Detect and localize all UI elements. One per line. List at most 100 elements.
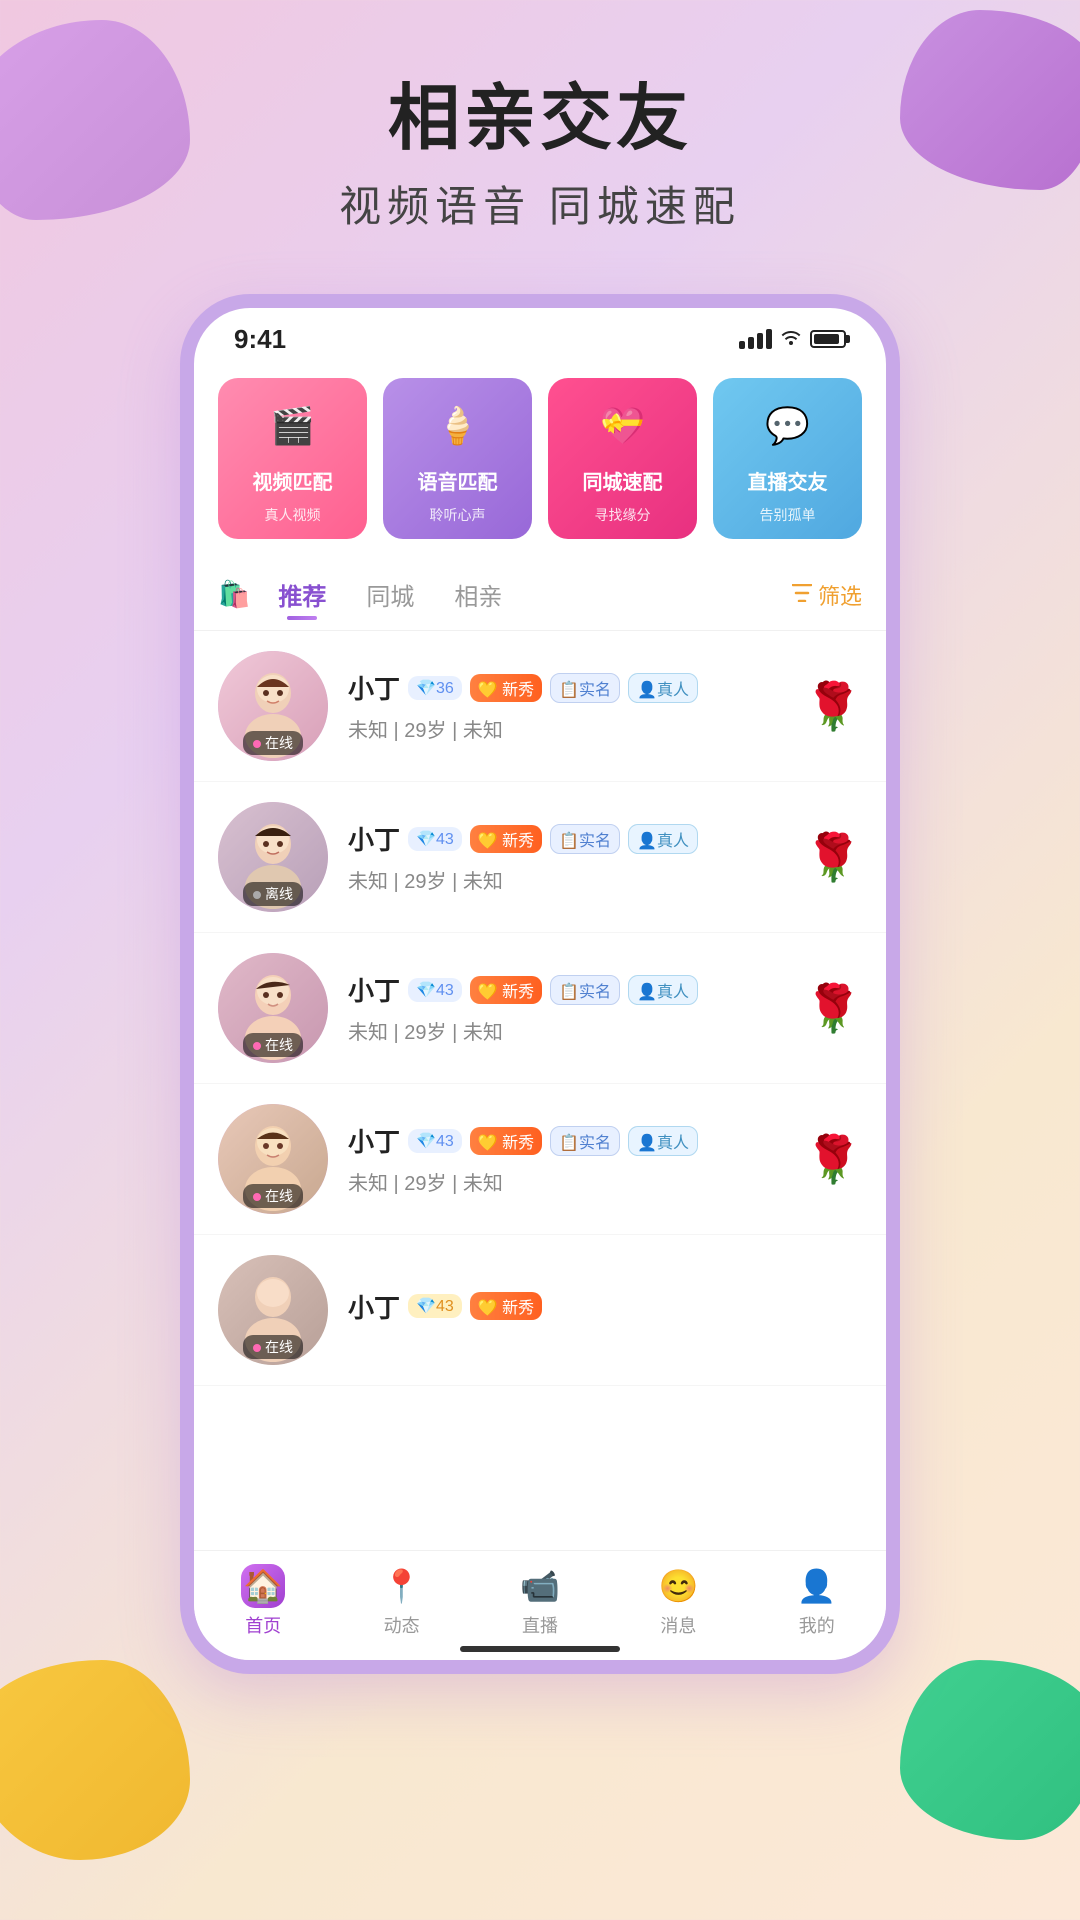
home-indicator xyxy=(460,1646,620,1652)
voice-title: 语音匹配 xyxy=(418,466,498,495)
bg-blob-bottom-left xyxy=(0,1660,190,1860)
nav-message-label: 消息 xyxy=(660,1612,696,1638)
rose-icon-2[interactable]: 🌹 xyxy=(805,830,862,885)
signal-icon xyxy=(739,329,772,349)
bottom-nav: 🏠 首页 📍 动态 📹 直播 😊 消息 👤 我的 xyxy=(194,1550,886,1660)
rose-icon-1[interactable]: 🌹 xyxy=(805,679,862,734)
badge-new-2: 💛 新秀 xyxy=(470,825,542,853)
phone-notch xyxy=(440,308,640,344)
user-item-4[interactable]: 在线 小丁 💎43 💛 新秀 📋实名 👤真人 未知 | 29岁 | 未知 xyxy=(194,1084,886,1235)
header-section: 相亲交友 视频语音 同城速配 xyxy=(0,0,1080,274)
filter-label: 筛选 xyxy=(818,579,862,611)
nav-home[interactable]: 🏠 首页 xyxy=(241,1564,285,1638)
nav-dynamic-label: 动态 xyxy=(384,1612,420,1638)
message-icon: 😊 xyxy=(656,1564,700,1608)
badge-real-1: 📋实名 xyxy=(550,673,620,703)
badge-diamond-1: 💎36 xyxy=(408,676,462,700)
online-badge-1: 在线 xyxy=(243,731,303,755)
mine-icon: 👤 xyxy=(795,1564,839,1608)
nav-dynamic[interactable]: 📍 动态 xyxy=(380,1564,424,1638)
badge-new-3: 💛 新秀 xyxy=(470,976,542,1004)
user-details-1: 未知 | 29岁 | 未知 xyxy=(348,714,785,743)
battery-icon xyxy=(810,330,846,348)
user-name-3: 小丁 xyxy=(348,971,400,1008)
avatar-wrap-2: 离线 xyxy=(218,802,328,912)
home-icon: 🏠 xyxy=(241,1564,285,1608)
phone-wrapper: 9:41 xyxy=(0,294,1080,1674)
user-name-row-3: 小丁 💎43 💛 新秀 📋实名 👤真人 xyxy=(348,971,785,1008)
video-icon: 🎬 xyxy=(263,396,323,456)
badge-verified-2: 👤真人 xyxy=(628,824,698,854)
tab-blind-date[interactable]: 相亲 xyxy=(438,569,518,620)
badge-verified-4: 👤真人 xyxy=(628,1126,698,1156)
badge-diamond-2: 💎43 xyxy=(408,827,462,851)
online-badge-4: 在线 xyxy=(243,1184,303,1208)
live-icon: 💬 xyxy=(758,396,818,456)
filter-icon xyxy=(792,582,812,608)
action-card-voice[interactable]: 🍦 语音匹配 聆听心声 xyxy=(383,378,532,539)
nav-message[interactable]: 😊 消息 xyxy=(656,1564,700,1638)
user-item-3[interactable]: 在线 小丁 💎43 💛 新秀 📋实名 👤真人 未知 | 29岁 | 未知 xyxy=(194,933,886,1084)
dynamic-icon: 📍 xyxy=(380,1564,424,1608)
user-info-2: 小丁 💎43 💛 新秀 📋实名 👤真人 未知 | 29岁 | 未知 xyxy=(348,820,785,894)
badge-real-4: 📋实名 xyxy=(550,1126,620,1156)
user-item-2[interactable]: 离线 小丁 💎43 💛 新秀 📋实名 👤真人 未知 | 29岁 | 未知 xyxy=(194,782,886,933)
nav-live-label: 直播 xyxy=(522,1612,558,1638)
user-name-4: 小丁 xyxy=(348,1122,400,1159)
city-icon: 💝 xyxy=(593,396,653,456)
badge-new-1: 💛 新秀 xyxy=(470,674,542,702)
phone-content: 🎬 视频匹配 真人视频 🍦 语音匹配 聆听心声 💝 同城速配 寻找缘分 💬 直播… xyxy=(194,358,886,1660)
avatar-wrap-4: 在线 xyxy=(218,1104,328,1214)
user-details-4: 未知 | 29岁 | 未知 xyxy=(348,1167,785,1196)
user-name-5: 小丁 xyxy=(348,1288,400,1325)
voice-icon: 🍦 xyxy=(428,396,488,456)
user-name-row-5: 小丁 💎43 💛 新秀 xyxy=(348,1288,862,1325)
header-subtitle: 视频语音 同城速配 xyxy=(0,173,1080,234)
tab-badge-icon: 🛍️ xyxy=(218,579,250,610)
header-title: 相亲交友 xyxy=(0,80,1080,159)
live-nav-icon: 📹 xyxy=(518,1564,562,1608)
badge-new-5: 💛 新秀 xyxy=(470,1292,542,1320)
badge-verified-1: 👤真人 xyxy=(628,673,698,703)
user-info-5: 小丁 💎43 💛 新秀 xyxy=(348,1288,862,1333)
phone-frame: 9:41 xyxy=(180,294,900,1674)
video-title: 视频匹配 xyxy=(253,466,333,495)
user-details-3: 未知 | 29岁 | 未知 xyxy=(348,1016,785,1045)
city-subtitle: 寻找缘分 xyxy=(595,505,651,525)
nav-mine[interactable]: 👤 我的 xyxy=(795,1564,839,1638)
avatar-wrap-3: 在线 xyxy=(218,953,328,1063)
action-card-live[interactable]: 💬 直播交友 告别孤单 xyxy=(713,378,862,539)
status-icons xyxy=(739,327,846,351)
rose-icon-4[interactable]: 🌹 xyxy=(805,1132,862,1187)
video-subtitle: 真人视频 xyxy=(265,505,321,525)
live-subtitle: 告别孤单 xyxy=(760,505,816,525)
user-list: 在线 小丁 💎36 💛 新秀 📋实名 👤真人 未知 | 29岁 | 未知 xyxy=(194,631,886,1386)
badge-diamond-5: 💎43 xyxy=(408,1294,462,1318)
action-card-city[interactable]: 💝 同城速配 寻找缘分 xyxy=(548,378,697,539)
badge-diamond-4: 💎43 xyxy=(408,1129,462,1153)
user-item-5[interactable]: 在线 小丁 💎43 💛 新秀 xyxy=(194,1235,886,1386)
nav-live[interactable]: 📹 直播 xyxy=(518,1564,562,1638)
online-badge-5: 在线 xyxy=(243,1335,303,1359)
tab-section: 🛍️ 推荐 同城 相亲 筛选 xyxy=(194,559,886,631)
quick-actions: 🎬 视频匹配 真人视频 🍦 语音匹配 聆听心声 💝 同城速配 寻找缘分 💬 直播… xyxy=(194,358,886,559)
bg-blob-bottom-right xyxy=(900,1660,1080,1840)
user-item-1[interactable]: 在线 小丁 💎36 💛 新秀 📋实名 👤真人 未知 | 29岁 | 未知 xyxy=(194,631,886,782)
avatar-wrap-5: 在线 xyxy=(218,1255,328,1365)
rose-icon-3[interactable]: 🌹 xyxy=(805,981,862,1036)
avatar-wrap-1: 在线 xyxy=(218,651,328,761)
filter-button[interactable]: 筛选 xyxy=(792,579,862,611)
tab-city[interactable]: 同城 xyxy=(350,569,430,620)
wifi-icon xyxy=(780,327,802,351)
online-badge-2: 离线 xyxy=(243,882,303,906)
badge-verified-3: 👤真人 xyxy=(628,975,698,1005)
user-info-4: 小丁 💎43 💛 新秀 📋实名 👤真人 未知 | 29岁 | 未知 xyxy=(348,1122,785,1196)
badge-diamond-3: 💎43 xyxy=(408,978,462,1002)
action-card-video[interactable]: 🎬 视频匹配 真人视频 xyxy=(218,378,367,539)
user-name-row-1: 小丁 💎36 💛 新秀 📋实名 👤真人 xyxy=(348,669,785,706)
tab-recommend[interactable]: 推荐 xyxy=(262,569,342,620)
status-time: 9:41 xyxy=(234,324,286,355)
badge-real-3: 📋实名 xyxy=(550,975,620,1005)
online-badge-3: 在线 xyxy=(243,1033,303,1057)
user-info-3: 小丁 💎43 💛 新秀 📋实名 👤真人 未知 | 29岁 | 未知 xyxy=(348,971,785,1045)
